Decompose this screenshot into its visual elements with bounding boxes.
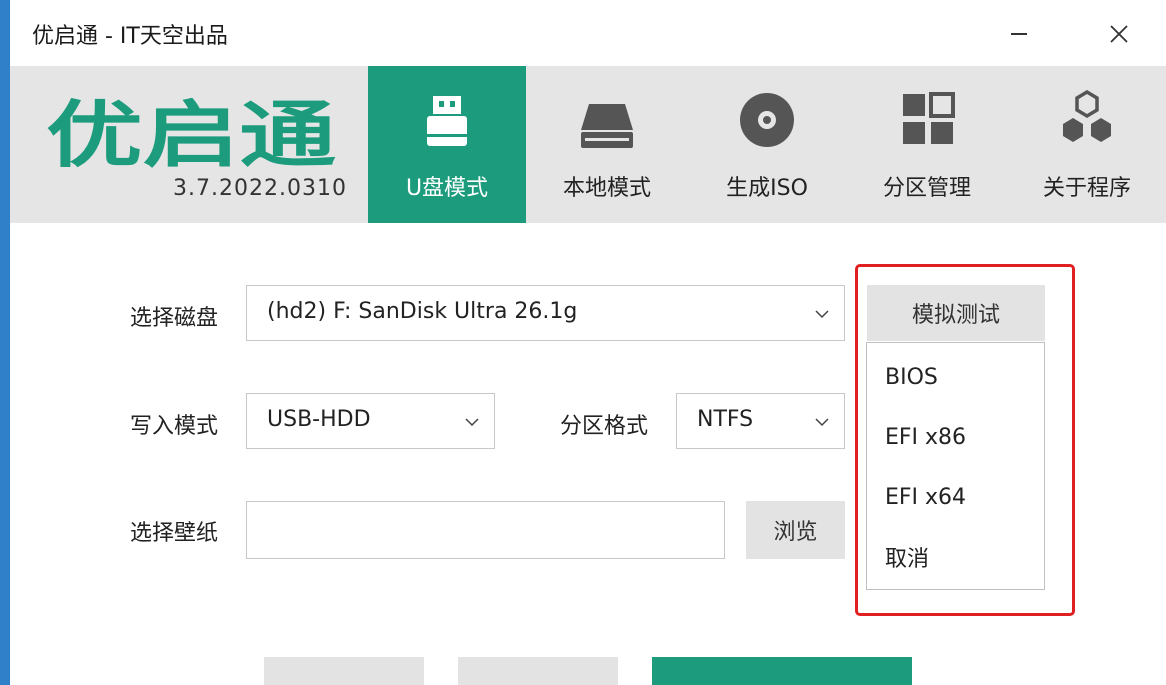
main-window: 优启通 - IT天空出品 优启通 3.7.2022.0310 U盘模式 本地模式…	[10, 0, 1166, 685]
tab-generate-iso[interactable]: 生成ISO	[688, 66, 846, 223]
write-mode-value: USB-HDD	[267, 407, 371, 432]
tab-label: 本地模式	[562, 176, 651, 201]
minimize-icon	[1011, 33, 1027, 35]
hard-drive-icon	[581, 104, 633, 148]
partition-format-value: NTFS	[697, 407, 754, 432]
browse-button[interactable]: 浏览	[746, 501, 845, 559]
close-icon	[1110, 25, 1128, 43]
version-label: 3.7.2022.0310	[173, 176, 347, 201]
tab-label: 关于程序	[1042, 176, 1131, 201]
bottom-button-2[interactable]	[458, 657, 618, 685]
tab-partition-manager[interactable]: 分区管理	[848, 66, 1006, 223]
select-disk-label: 选择磁盘	[130, 306, 219, 331]
minimize-button[interactable]	[996, 14, 1042, 54]
title-bar: 优启通 - IT天空出品	[10, 0, 1166, 66]
disk-select[interactable]: (hd2) F: SanDisk Ultra 26.1g	[246, 285, 845, 341]
tab-label: U盘模式	[405, 176, 489, 201]
write-mode-label: 写入模式	[130, 414, 219, 439]
hexagons-icon	[1063, 90, 1111, 142]
logo-text: 优启通	[46, 93, 336, 172]
chevron-down-icon	[815, 310, 829, 319]
window-title: 优启通 - IT天空出品	[32, 24, 228, 49]
chevron-down-icon	[815, 418, 829, 427]
disk-select-value: (hd2) F: SanDisk Ultra 26.1g	[267, 299, 578, 324]
highlight-annotation	[855, 264, 1075, 616]
partition-format-select[interactable]: NTFS	[676, 393, 845, 449]
usb-drive-icon	[427, 96, 467, 146]
wallpaper-path-input[interactable]	[246, 501, 725, 559]
start-button[interactable]	[652, 657, 912, 685]
tab-label: 生成ISO	[726, 176, 808, 201]
tab-label: 分区管理	[882, 176, 971, 201]
write-mode-select[interactable]: USB-HDD	[246, 393, 495, 449]
partition-format-label: 分区格式	[560, 414, 649, 439]
bottom-button-1[interactable]	[264, 657, 424, 685]
tab-local-mode[interactable]: 本地模式	[528, 66, 686, 223]
tab-usb-mode[interactable]: U盘模式	[368, 66, 526, 223]
tab-about[interactable]: 关于程序	[1008, 66, 1166, 223]
select-wallpaper-label: 选择壁纸	[130, 521, 219, 546]
chevron-down-icon	[465, 418, 479, 427]
disc-icon	[740, 93, 794, 147]
close-button[interactable]	[1096, 14, 1142, 54]
partition-grid-icon	[903, 92, 955, 144]
